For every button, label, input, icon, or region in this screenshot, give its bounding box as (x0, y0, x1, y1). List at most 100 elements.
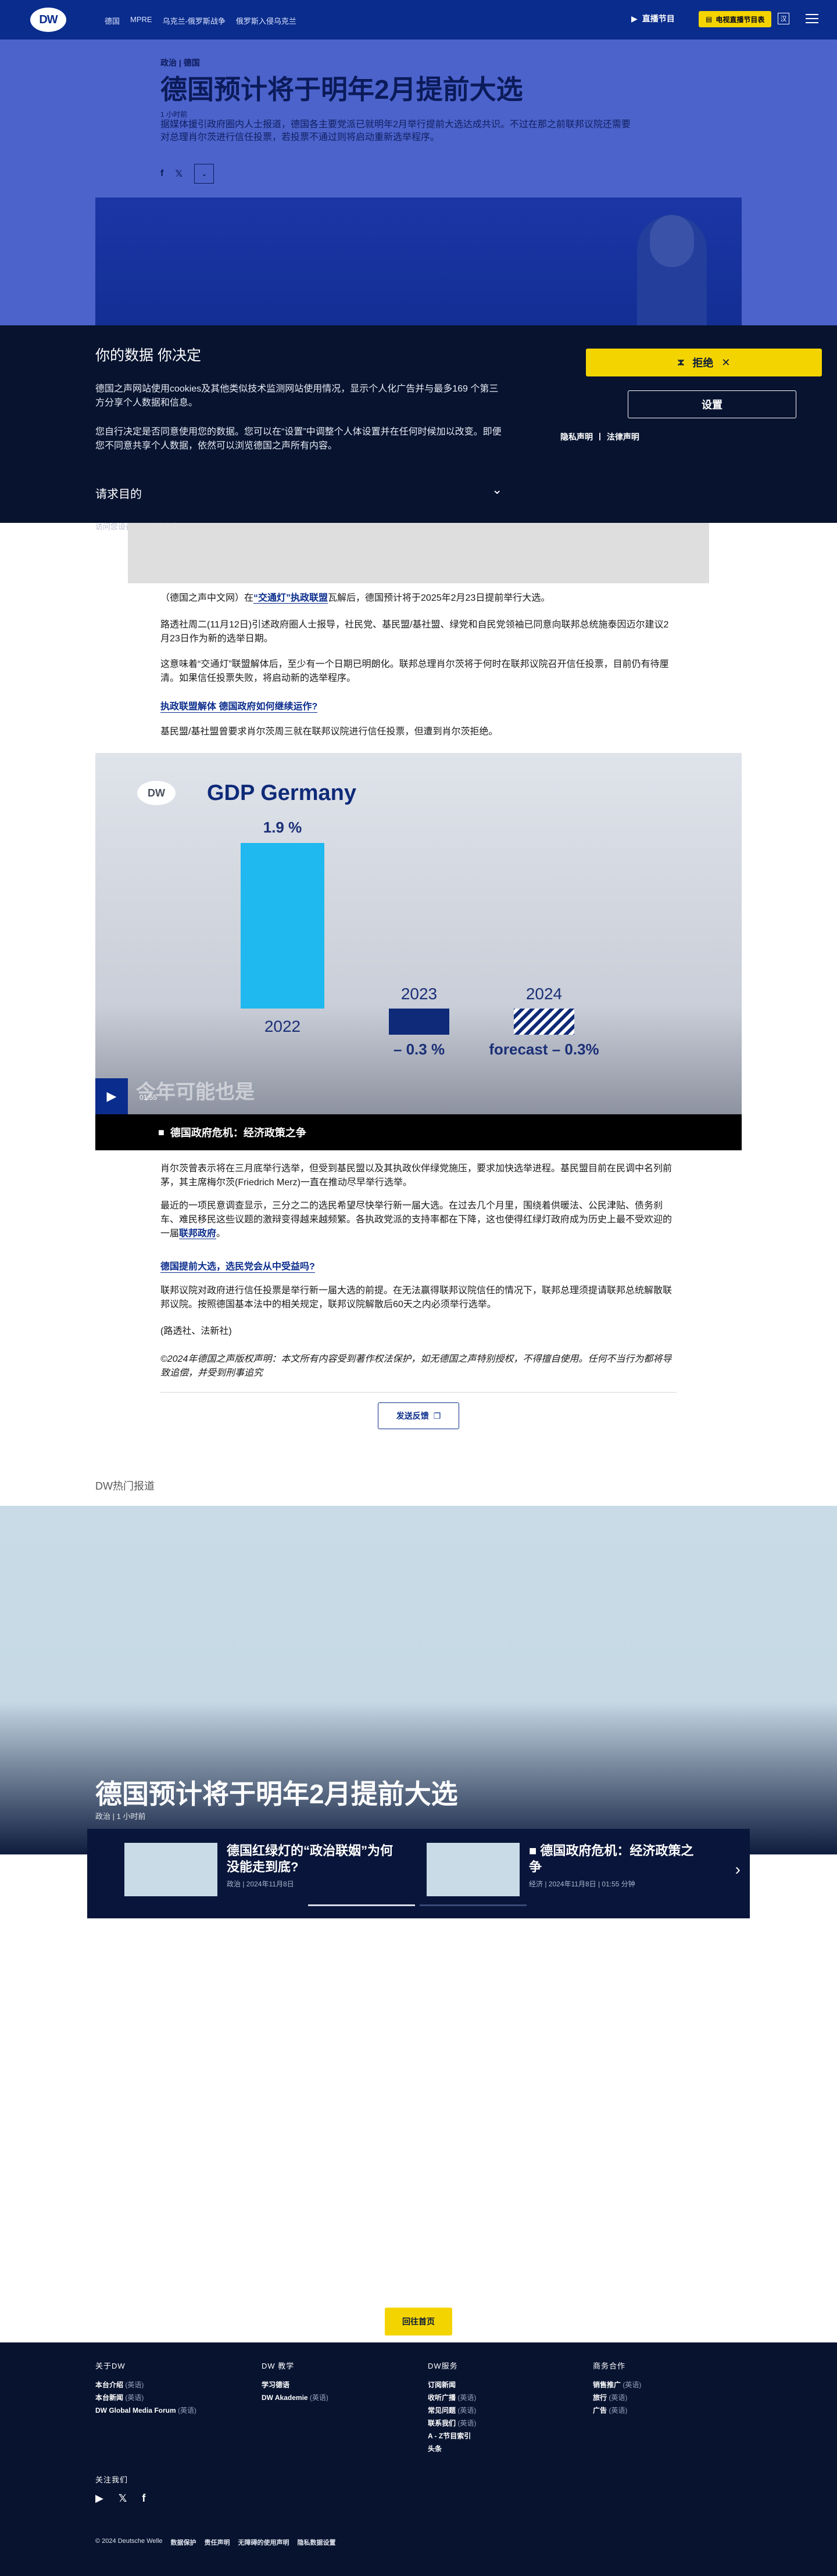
legal-link[interactable]: 隐私数据设置 (298, 2538, 336, 2547)
footer-column-services: DW服务 订阅新闻 收听广播 (英语) 常见问题 (英语) 联系我们 (英语) … (428, 2360, 476, 2455)
article-kicker[interactable]: 政治 | 德国 (160, 57, 200, 69)
live-tv-label: 直播节目 (642, 14, 675, 23)
hero-person-head (650, 215, 694, 267)
settings-button[interactable]: 设置 (628, 390, 796, 418)
chart-value-label: – 0.3 % (394, 1041, 445, 1058)
chart-value-label: forecast – 0.3% (489, 1041, 599, 1058)
paragraph: 联邦议院对政府进行信任投票是举行新一届大选的前提。在无法赢得联邦议院信任的情况下… (160, 1286, 673, 1309)
x-icon[interactable]: 𝕏 (175, 168, 183, 180)
inline-link[interactable]: “交通灯”执政联盟 (253, 593, 328, 604)
related-subhead-link[interactable]: 执政联盟解体 德国政府如何继续运作? (160, 698, 318, 713)
reject-button[interactable]: ⵣ 拒绝 ✕ (586, 349, 822, 376)
topic-link[interactable]: 德国 (105, 15, 120, 26)
legal-link[interactable]: 责任声明 (205, 2538, 230, 2547)
cookie-consent-banner: 你的数据 你决定 德国之声网站使用cookies及其他类似技术监测网站使用情况，… (0, 325, 837, 523)
card-meta: 政治 | 2024年11月8日 (227, 1880, 294, 1888)
article-lead: 据媒体援引政府圈内人士报道，德国各主要党派已就明年2月举行提前大选达成共识。不过… (160, 120, 631, 142)
video-caption: ■ 德国政府危机：经济政策之争 (95, 1114, 742, 1150)
social-links: ▶ 𝕏 f (95, 2492, 145, 2505)
tv-schedule-button[interactable]: ▤ 电视直播节目表 (699, 11, 772, 27)
hero-image (95, 198, 742, 325)
trending-title[interactable]: 德国预计将于明年2月提前大选 (95, 1773, 458, 1811)
feedback-label: 发送反馈 (396, 1411, 429, 1420)
footer: 关于DW 本台介绍 (英语) 本台新闻 (英语) DW Global Media… (0, 2342, 837, 2576)
reject-label: 拒绝 (692, 357, 714, 369)
paragraph: 最近的一项民意调查显示，三分之二的选民希望尽快举行新一届大选。在过去几个月里，围… (160, 1201, 673, 1239)
play-icon[interactable]: ▶ (95, 1078, 128, 1114)
consent-links: 隐私声明 | 法律声明 (560, 431, 639, 443)
footer-link[interactable]: 销售推广 (英语) (593, 2378, 641, 2391)
footer-link[interactable]: 常见问题 (英语) (428, 2404, 476, 2417)
carousel-card[interactable]: 德国红绿灯的“政治联姻”为何没能走到底? 政治 | 2024年11月8日 (124, 1843, 401, 1896)
divider (160, 1392, 677, 1393)
footer-link[interactable]: A - Z节目索引 (428, 2430, 476, 2442)
x-icon[interactable]: 𝕏 (119, 2492, 127, 2505)
card-thumbnail (124, 1843, 217, 1896)
topic-link[interactable]: 俄罗斯入侵乌克兰 (236, 15, 296, 26)
chart-category-label: 2024 (526, 985, 562, 1003)
footer-heading: 商务合作 (593, 2362, 626, 2370)
paragraph: 这意味着“交通灯”联盟解体后，至少有一个日期已明朗化。联邦总理肖尔茨将于何时在联… (160, 659, 669, 683)
footer-link[interactable]: DW Global Media Forum (英语) (95, 2404, 196, 2417)
facebook-icon[interactable]: f (142, 2492, 145, 2505)
source-note: (路透社、法新社) (160, 1326, 232, 1336)
purposes-toggle[interactable]: 请求目的 (95, 485, 142, 501)
topic-link[interactable]: 乌克兰-俄罗斯战争 (163, 15, 226, 26)
video-player[interactable]: DW GDP Germany 1.9 % 2022– 0.3 % 2023 forec… (95, 753, 742, 1114)
chart-value-label: 1.9 % (263, 819, 302, 836)
chevron-down-icon[interactable]: ⌄ (492, 482, 502, 497)
footer-link[interactable]: 广告 (英语) (593, 2404, 641, 2417)
footer-link[interactable]: DW Akademie (英语) (262, 2391, 328, 2404)
footer-link[interactable]: 联系我们 (英语) (428, 2417, 476, 2430)
chevron-right-icon[interactable]: › (735, 1860, 741, 1879)
feedback-button[interactable]: 发送反馈 ❐ (378, 1402, 459, 1429)
hamburger-menu-icon[interactable] (806, 14, 818, 23)
legal-link[interactable]: 法律声明 (607, 431, 639, 443)
tv-icon: ▶ (631, 13, 638, 23)
language-button[interactable]: 汉 (778, 13, 789, 24)
article-time: 1 小时前 (160, 110, 188, 119)
youtube-icon[interactable]: ▶ (95, 2492, 103, 2505)
footer-heading: 关于DW (95, 2362, 126, 2370)
footer-link[interactable]: 收听广播 (英语) (428, 2391, 476, 2404)
card-thumbnail (427, 1843, 520, 1896)
dw-logo[interactable]: DW (30, 8, 66, 32)
footer-link[interactable]: 旅行 (英语) (593, 2391, 641, 2404)
share-more-icon[interactable]: ⌄ (194, 164, 214, 184)
legal-links: © 2024 Deutsche Welle 数据保护 责任声明 无障碍的使用声明… (95, 2538, 336, 2547)
inline-link[interactable]: 联邦政府 (179, 1229, 217, 1239)
chart-category-label: 2022 (264, 1017, 301, 1035)
calendar-icon: ▤ (706, 15, 713, 23)
footer-link[interactable]: 头条 (428, 2442, 476, 2455)
live-tv-link[interactable]: ▶ 直播节目 (631, 13, 675, 24)
carousel-card[interactable]: ■ 德国政府危机：经济政策之争 经济 | 2024年11月8日 | 01:55 … (427, 1843, 703, 1896)
legal-link[interactable]: 数据保护 (171, 2538, 196, 2547)
video-camera-icon: ■ (529, 1843, 541, 1858)
tv-schedule-label: 电视直播节目表 (716, 15, 765, 24)
chart-bar-2022 (241, 843, 324, 1009)
footer-column-learning: DW 教学 学习德语 DW Akademie (英语) (262, 2360, 328, 2404)
footer-heading: DW 教学 (262, 2362, 295, 2370)
reject-tag: ⵣ (677, 357, 685, 367)
privacy-link[interactable]: 隐私声明 (560, 431, 593, 443)
share-bar: f 𝕏 ⌄ (160, 164, 214, 184)
consent-title: 你的数据 你决定 (95, 347, 201, 364)
legal-link[interactable]: 无障碍的使用声明 (238, 2538, 289, 2547)
chart-category-label: 2023 (401, 985, 437, 1003)
footer-link[interactable]: 订阅新闻 (428, 2378, 476, 2391)
footer-heading: DW服务 (428, 2362, 458, 2370)
footer-link[interactable]: 学习德语 (262, 2378, 328, 2391)
card-title: ■ 德国政府危机：经济政策之争 (529, 1843, 694, 1874)
back-home-button[interactable]: 回往首页 (385, 2308, 452, 2335)
facebook-icon[interactable]: f (160, 168, 163, 179)
video-caption-text: 德国政府危机：经济政策之争 (170, 1127, 306, 1139)
related-subhead-link[interactable]: 德国提前大选，选民党会从中受益吗? (160, 1258, 315, 1273)
close-icon: ✕ (721, 356, 731, 368)
follow-us-label: 关注我们 (95, 2475, 128, 2484)
paragraph: （德国之声中文网）在“交通灯”执政联盟瓦解后，德国预计将于2025年2月23日提… (160, 593, 550, 604)
trending-label: DW热门报道 (95, 1480, 155, 1492)
footer-link[interactable]: 本台介绍 (英语) (95, 2378, 196, 2391)
topic-link[interactable]: MPRE (130, 15, 152, 26)
footer-link[interactable]: 本台新闻 (英语) (95, 2391, 196, 2404)
topic-nav: 德国 MPRE 乌克兰-俄罗斯战争 俄罗斯入侵乌克兰 (105, 15, 296, 26)
